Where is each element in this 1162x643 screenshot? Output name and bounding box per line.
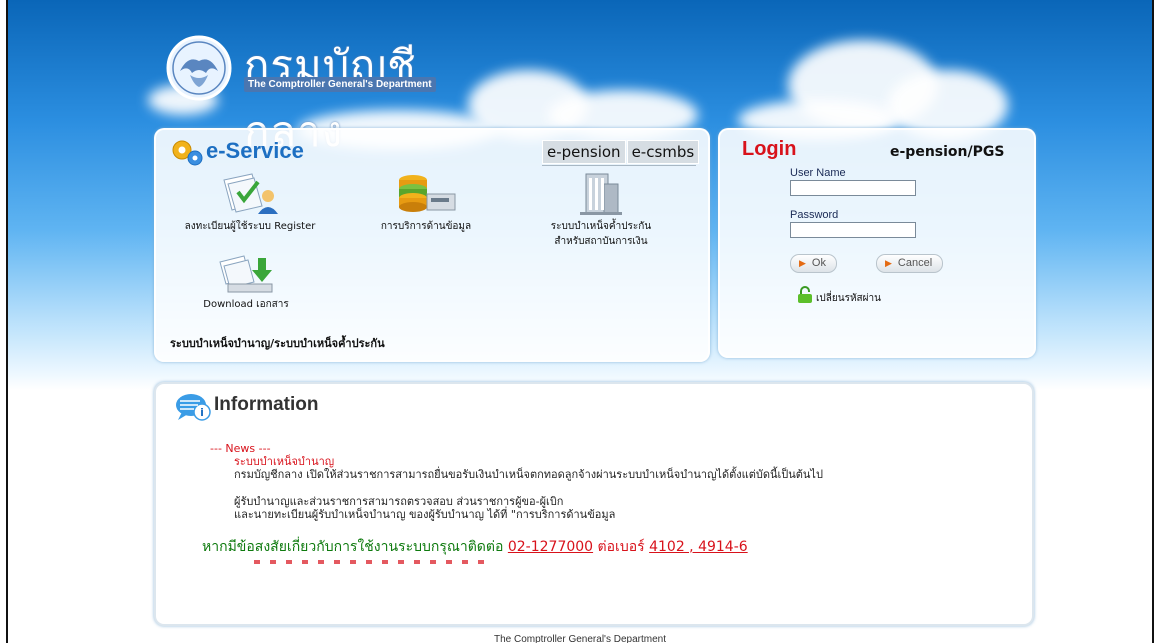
service-download-label: Download เอกสาร — [203, 299, 289, 310]
login-panel: Login e-pension/PGS User Name Password ▶… — [718, 128, 1036, 358]
ok-button[interactable]: ▶ Ok — [790, 254, 837, 273]
information-title: Information — [214, 394, 319, 415]
service-download[interactable]: Download เอกสาร — [176, 252, 316, 312]
building-icon — [580, 173, 622, 215]
change-password-label: เปลี่ยนรหัสผ่าน — [816, 293, 881, 304]
service-guarantee-label-2: สำหรับสถาบันการเงิน — [554, 236, 648, 247]
contact-text: หากมีข้อสงสัยเกี่ยวกับการใช้งานระบบกรุณา… — [202, 539, 504, 555]
system-tabs: e-pension e-csmbs — [542, 140, 700, 164]
logo-subtitle: The Comptroller General's Department — [244, 77, 436, 92]
svg-text:i: i — [200, 406, 204, 419]
lock-icon — [798, 286, 812, 303]
contact-phone-link[interactable]: 02-1277000 — [508, 539, 593, 555]
username-input[interactable] — [790, 180, 916, 196]
department-logo[interactable]: กรมบัญชีกลาง The Comptroller General's D… — [166, 35, 456, 156]
news-block: --- News --- ระบบบำเหน็จบำนาญ กรมบัญชีกล… — [210, 442, 823, 521]
eservice-footer: ระบบบำเหน็จบำนาญ/ระบบบำเหน็จค้ำประกัน — [170, 337, 385, 350]
garuda-seal-icon — [166, 35, 232, 101]
contact-ext-label: ต่อเบอร์ — [597, 539, 645, 555]
cancel-button[interactable]: ▶ Cancel — [876, 254, 944, 273]
play-icon: ▶ — [885, 258, 892, 268]
news-line-2: ผู้รับบำนาญและส่วนราชการสามารถตรวจสอบ ส่… — [234, 495, 564, 508]
database-icon — [399, 175, 456, 212]
password-label: Password — [790, 209, 839, 221]
eservice-panel: e-Service e-pension e-csmbs ลงทะเบียนผู้ใ… — [154, 128, 710, 362]
news-subheader: ระบบบำเหน็จบำนาญ — [234, 455, 335, 468]
info-bubble-icon: i — [176, 394, 211, 421]
login-system-name: e-pension/PGS — [890, 144, 1005, 160]
play-icon: ▶ — [799, 258, 806, 268]
service-guarantee-label-1: ระบบบำเหน็จค้ำประกัน — [550, 221, 652, 232]
eservice-title: e-Service — [206, 138, 304, 163]
password-input[interactable] — [790, 222, 916, 238]
register-icon — [223, 173, 278, 214]
login-title: Login — [742, 138, 797, 160]
service-register-label: ลงทะเบียนผู้ใช้ระบบ Register — [184, 221, 316, 232]
contact-line: หากมีข้อสงสัยเกี่ยวกับการใช้งานระบบกรุณา… — [202, 536, 748, 558]
contact-ext-link[interactable]: 4102 , 4914-6 — [649, 539, 748, 555]
download-icon — [219, 255, 273, 293]
service-register[interactable]: ลงทะเบียนผู้ใช้ระบบ Register — [170, 172, 330, 234]
service-data-label: การบริการด้านข้อมูล — [380, 221, 472, 232]
cancel-button-label: Cancel — [897, 257, 933, 269]
service-data[interactable]: การบริการด้านข้อมูล — [356, 172, 496, 234]
tab-e-csmbs[interactable]: e-csmbs — [626, 140, 700, 164]
news-header: --- News --- — [210, 442, 271, 455]
ok-button-label: Ok — [811, 257, 826, 269]
news-line-1: กรมบัญชีกลาง เปิดให้ส่วนราชการสามารถยื่น… — [234, 468, 823, 481]
information-panel: i Information --- News --- ระบบบำเหน็จบำ… — [154, 382, 1034, 626]
gears-icon — [172, 140, 203, 166]
username-label: User Name — [790, 167, 846, 179]
service-guarantee[interactable]: ระบบบำเหน็จค้ำประกัน สำหรับสถาบันการเงิน — [516, 170, 686, 249]
page-frame: กรมบัญชีกลาง The Comptroller General's D… — [6, 0, 1154, 643]
news-line-3: และนายทะเบียนผู้รับบำเหน็จบำนาญ ของผู้รั… — [234, 508, 616, 521]
tab-e-pension[interactable]: e-pension — [542, 140, 626, 164]
marquee-cut-text — [254, 560, 494, 564]
page-footer: The Comptroller General's Department — [494, 634, 666, 643]
tab-underline — [542, 165, 696, 166]
